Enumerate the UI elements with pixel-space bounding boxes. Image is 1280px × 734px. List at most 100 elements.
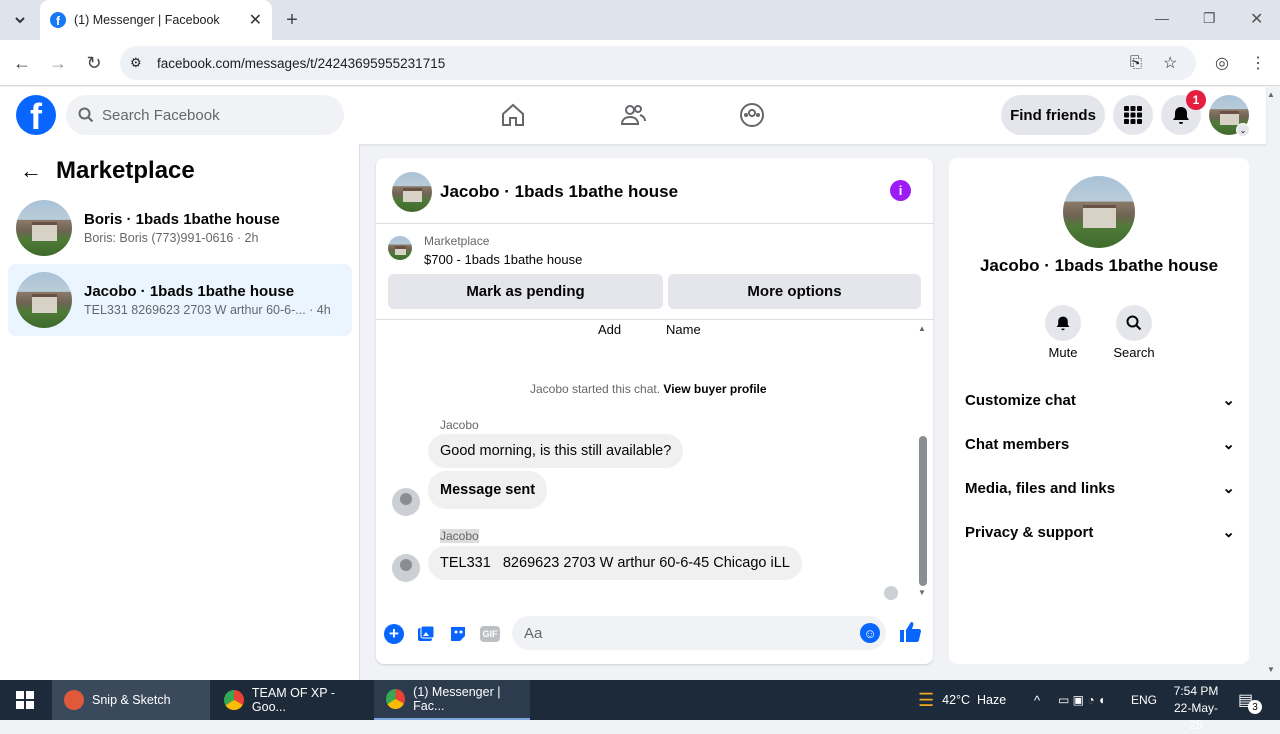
close-tab-icon[interactable]: ✕ <box>249 10 262 30</box>
message-composer: + GIF Aa ☺ <box>376 616 933 664</box>
sticker-icon[interactable] <box>448 624 468 644</box>
name-label[interactable]: Name <box>666 322 701 337</box>
marketplace-label: Marketplace <box>424 234 490 248</box>
tab-search-icon[interactable] <box>6 6 34 34</box>
system-tray-icons[interactable]: ▭ ▣ ◔ ◖ <box>1058 680 1105 720</box>
back-icon[interactable]: ← <box>8 49 36 77</box>
scroll-down-icon[interactable]: ▼ <box>918 588 928 597</box>
message-bubble[interactable]: Good morning, is this still available? <box>428 434 684 468</box>
search-placeholder: Search Facebook <box>102 106 220 124</box>
add-label[interactable]: Add <box>598 322 621 337</box>
find-friends-button[interactable]: Find friends <box>1001 95 1105 135</box>
haze-weather-icon: ☰ <box>918 689 935 710</box>
facebook-header: f Search Facebook Find friends 1 ⌄ <box>0 87 1266 144</box>
seen-avatar-icon <box>884 586 898 600</box>
windows-taskbar: Snip & Sketch TEAM OF XP - Goo... (1) Me… <box>0 680 1280 732</box>
conversation-name: Boris · 1bads 1bathe house <box>84 211 280 228</box>
marketplace-conversations-panel: ← Marketplace Boris · 1bads 1bathe house… <box>0 144 360 680</box>
action-center-badge: 3 <box>1248 700 1262 714</box>
chevron-down-icon: ⌄ <box>1222 480 1235 497</box>
search-icon <box>78 107 94 123</box>
message-list[interactable]: Add Name Jacobo started this chat. View … <box>376 320 933 610</box>
chat-info-avatar[interactable] <box>1063 176 1135 248</box>
chrome-menu-icon[interactable]: ⋮ <box>1244 49 1272 77</box>
facebook-logo[interactable]: f <box>16 95 56 135</box>
chevron-down-icon: ⌄ <box>1222 436 1235 453</box>
bookmark-star-icon[interactable]: ☆ <box>1163 53 1177 73</box>
window-close-icon[interactable]: ✕ <box>1250 9 1263 29</box>
message-sender: Jacobo <box>440 418 479 432</box>
more-actions-icon[interactable]: + <box>384 624 404 644</box>
mark-as-pending-button[interactable]: Mark as pending <box>388 274 663 309</box>
taskbar-chrome-team[interactable]: TEAM OF XP - Goo... <box>212 680 372 720</box>
browser-tab-bar: f (1) Messenger | Facebook ✕ + — ❐ ✕ <box>0 0 1280 40</box>
search-label: Search <box>1113 345 1155 360</box>
browser-tab[interactable]: f (1) Messenger | Facebook ✕ <box>40 0 272 40</box>
conversation-preview: Boris: Boris (773)991-0616 · 2h <box>84 231 259 245</box>
new-tab-icon[interactable]: + <box>278 6 306 34</box>
facebook-favicon: f <box>50 12 66 28</box>
language-indicator[interactable]: ENG <box>1131 680 1157 720</box>
message-input[interactable]: Aa <box>512 616 886 650</box>
attach-photo-icon[interactable] <box>416 624 436 644</box>
info-icon[interactable]: i <box>890 180 911 201</box>
reload-icon[interactable]: ↻ <box>80 49 108 77</box>
mute-bell-icon[interactable] <box>1045 305 1081 341</box>
chat-started-notice: Jacobo started this chat. View buyer pro… <box>530 382 767 396</box>
conversation-preview: TEL331 8269623 2703 W arthur 60-6-... · … <box>84 303 331 317</box>
page-scroll-down-icon[interactable]: ▼ <box>1267 665 1275 674</box>
snip-sketch-icon <box>64 690 84 710</box>
sender-avatar <box>392 554 420 582</box>
listing-title[interactable]: $700 - 1bads 1bathe house <box>424 252 582 267</box>
media-files-links-row[interactable]: Media, files and links ⌄ <box>965 470 1235 506</box>
friends-icon[interactable] <box>620 102 646 128</box>
minimize-icon[interactable]: — <box>1155 10 1169 26</box>
like-thumbs-up-icon[interactable] <box>898 620 922 644</box>
restore-icon[interactable]: ❐ <box>1203 10 1216 27</box>
chat-avatar[interactable] <box>392 172 432 212</box>
account-chevron-icon[interactable]: ⌄ <box>1236 123 1250 137</box>
marketplace-listing-bar: Marketplace $700 - 1bads 1bathe house Ma… <box>376 224 933 320</box>
taskbar-chrome-messenger[interactable]: (1) Messenger | Fac... <box>374 680 530 720</box>
privacy-support-row[interactable]: Privacy & support ⌄ <box>965 514 1235 550</box>
site-settings-icon[interactable]: ⚙ <box>130 55 142 71</box>
chat-info-title: Jacobo · 1bads 1bathe house <box>979 256 1219 275</box>
chat-title[interactable]: Jacobo · 1bads 1bathe house <box>440 182 678 202</box>
back-arrow-icon[interactable]: ← <box>20 158 42 184</box>
conversation-item[interactable]: Boris · 1bads 1bathe house Boris: Boris … <box>8 192 352 264</box>
more-options-button[interactable]: More options <box>668 274 921 309</box>
chevron-down-icon: ⌄ <box>1222 392 1235 409</box>
customize-chat-row[interactable]: Customize chat ⌄ <box>965 382 1235 418</box>
message-sent-bubble[interactable]: Message sent <box>428 471 548 509</box>
forward-icon[interactable]: → <box>44 49 72 77</box>
groups-icon[interactable] <box>739 102 765 128</box>
install-app-icon[interactable]: ⎘ <box>1130 54 1142 71</box>
facebook-search-input[interactable]: Search Facebook <box>66 95 344 135</box>
chevron-down-icon: ⌄ <box>1222 524 1235 541</box>
taskbar-snip-sketch[interactable]: Snip & Sketch <box>52 680 210 720</box>
view-buyer-profile-link[interactable]: View buyer profile <box>663 382 766 396</box>
conversation-item-active[interactable]: Jacobo · 1bads 1bathe house TEL331 82696… <box>8 264 352 336</box>
listing-thumbnail <box>16 272 72 328</box>
chat-info-panel: Jacobo · 1bads 1bathe house Mute Search … <box>949 158 1249 664</box>
search-in-chat-icon[interactable] <box>1116 305 1152 341</box>
listing-thumbnail[interactable] <box>388 236 412 260</box>
chat-window: Jacobo · 1bads 1bathe house i Marketplac… <box>376 158 933 664</box>
windows-start-icon[interactable] <box>16 691 34 709</box>
emoji-icon[interactable]: ☺ <box>860 623 880 643</box>
scrollbar-thumb[interactable] <box>919 436 927 586</box>
show-hidden-icons[interactable]: ^ <box>1034 680 1040 720</box>
scroll-up-icon[interactable]: ▲ <box>918 324 928 333</box>
gif-icon[interactable]: GIF <box>480 626 500 642</box>
page-scroll-up-icon[interactable]: ▲ <box>1267 90 1275 99</box>
chat-members-row[interactable]: Chat members ⌄ <box>965 426 1235 462</box>
home-icon[interactable] <box>500 102 526 128</box>
clock[interactable]: 7:54 PM 22-May-25 <box>1168 683 1224 734</box>
address-toolbar: ← → ↻ ⚙ facebook.com/messages/t/24243695… <box>0 40 1280 86</box>
message-bubble[interactable]: TEL331 8269623 2703 W arthur 60-6-45 Chi… <box>428 546 802 580</box>
url-bar[interactable]: ⚙ facebook.com/messages/t/24243695955231… <box>120 46 1196 80</box>
weather-widget[interactable]: ☰ 42°C Haze <box>918 680 1006 720</box>
menu-grid-icon[interactable] <box>1113 95 1153 135</box>
tab-title: (1) Messenger | Facebook <box>74 13 220 27</box>
profile-icon[interactable]: ◎ <box>1208 49 1236 77</box>
